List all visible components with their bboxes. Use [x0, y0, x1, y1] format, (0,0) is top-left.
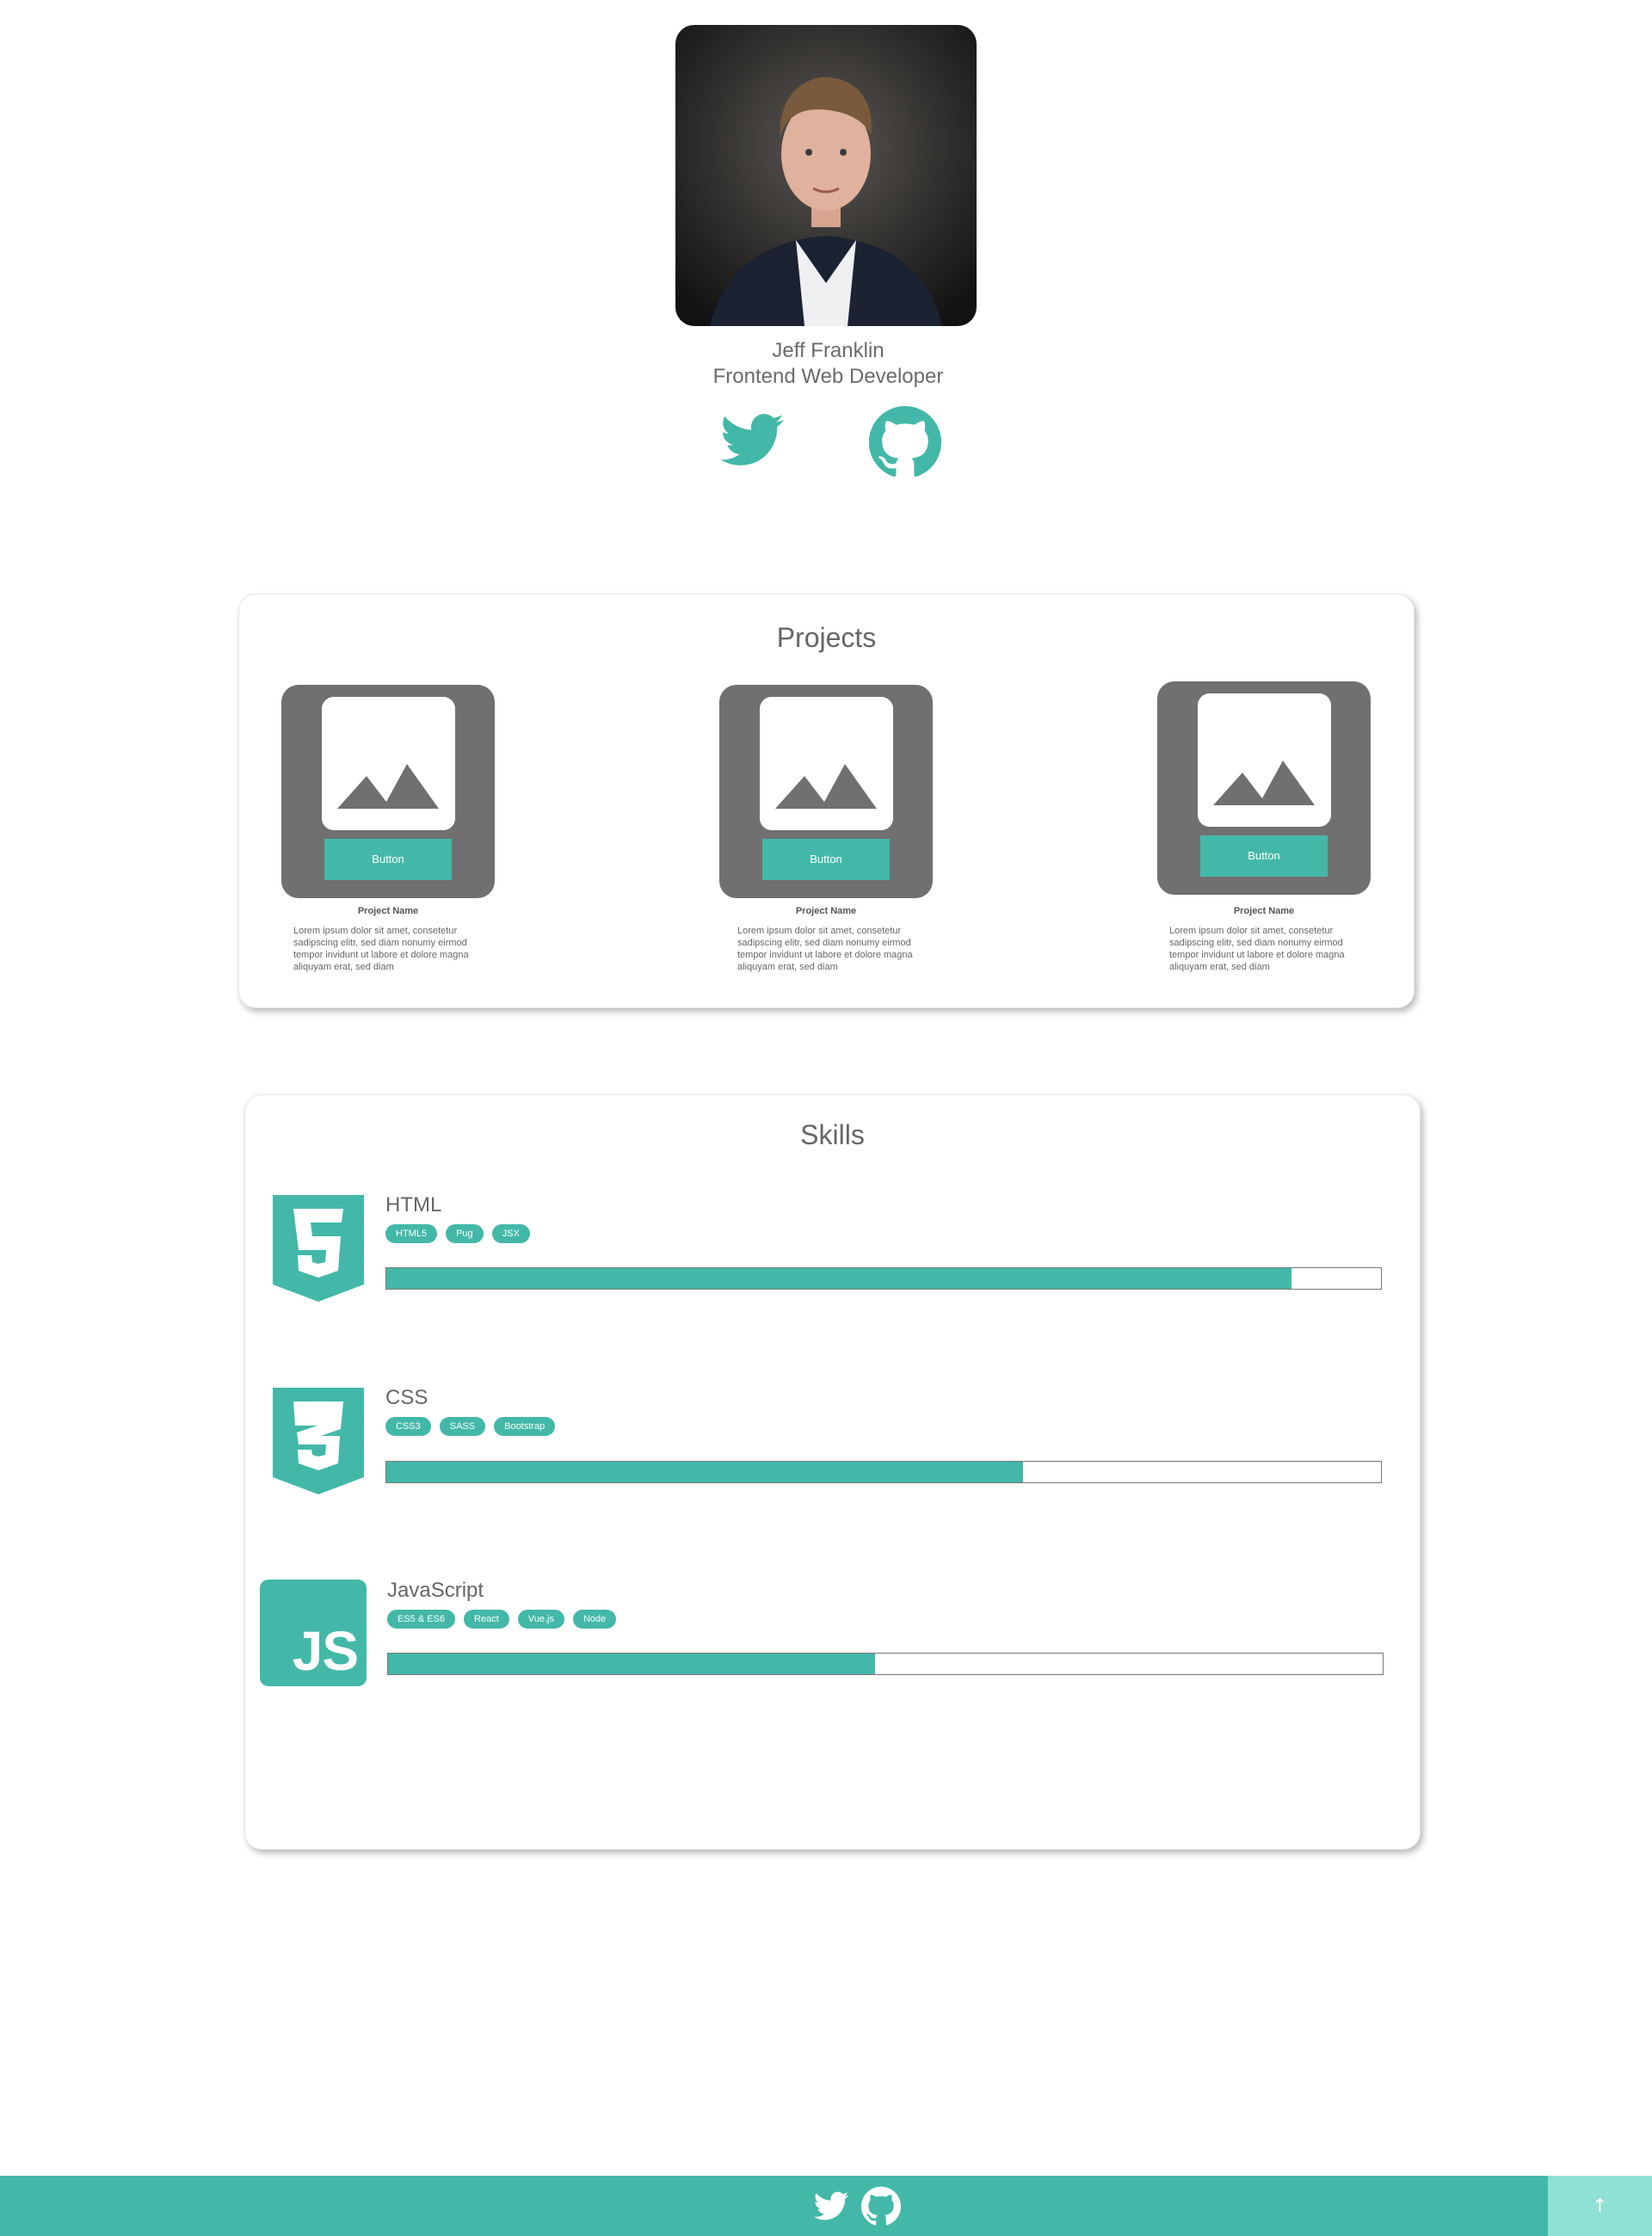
profile-photo-image: [675, 25, 977, 326]
github-icon: [861, 2186, 901, 2226]
image-placeholder-icon: [322, 697, 455, 830]
html5-icon: [273, 1195, 364, 1302]
skill-progress-fill: [386, 1462, 1023, 1482]
skill-tag: Bootstrap: [494, 1417, 556, 1436]
profile-title: Frontend Web Developer: [712, 365, 944, 388]
skills-heading: Skills: [800, 1119, 865, 1150]
js-icon: JS: [260, 1580, 367, 1686]
profile-photo: [675, 25, 977, 326]
skill-tags: CSS3 SASS Bootstrap: [385, 1417, 556, 1436]
skill-tag: CSS3: [385, 1417, 431, 1436]
skill-tag: HTML5: [385, 1224, 438, 1243]
skill-progress-fill: [388, 1654, 876, 1674]
twitter-link[interactable]: [716, 408, 788, 471]
project-description: Lorem ipsum dolor sit amet, consetetur s…: [737, 926, 913, 972]
skill-tag: SASS: [439, 1417, 486, 1436]
project-tile: Button: [1157, 681, 1371, 895]
project-name: Project Name: [1233, 906, 1295, 916]
project-button[interactable]: Button: [324, 839, 452, 880]
skill-name: JavaScript: [387, 1579, 484, 1602]
project-description: Lorem ipsum dolor sit amet, consetetur s…: [293, 926, 469, 972]
github-link[interactable]: [869, 405, 941, 477]
footer-github-link[interactable]: [861, 2186, 901, 2226]
twitter-icon: [811, 2188, 851, 2224]
css3-icon: [273, 1388, 364, 1494]
project-button[interactable]: Button: [1200, 835, 1328, 877]
skill-name: CSS: [385, 1386, 428, 1409]
skill-tag: JSX: [491, 1224, 530, 1243]
skill-tag: ES5 & ES6: [387, 1610, 456, 1629]
skill-tag: Vue.js: [517, 1610, 564, 1629]
skill-tags: ES5 & ES6 React Vue.js Node: [387, 1610, 617, 1629]
skill-progress-bar: [385, 1461, 1382, 1483]
project-name: Project Name: [795, 906, 857, 916]
skill-progress-fill: [386, 1268, 1291, 1289]
project-button[interactable]: Button: [762, 839, 890, 880]
project-description: Lorem ipsum dolor sit amet, consetetur s…: [1169, 926, 1345, 972]
skill-progress-bar: [387, 1653, 1384, 1675]
skill-progress-bar: [385, 1267, 1382, 1290]
project-name: Project Name: [357, 906, 419, 916]
arrow-up-icon: ↑: [1592, 2195, 1608, 2217]
github-icon: [869, 405, 941, 477]
project-tile: Button: [281, 685, 495, 898]
skill-tag: Node: [572, 1610, 617, 1629]
twitter-icon: [716, 408, 788, 471]
image-placeholder-icon: [1198, 693, 1331, 827]
skill-name: HTML: [385, 1193, 442, 1217]
image-placeholder-icon: [760, 697, 893, 830]
skill-tags: HTML5 Pug JSX: [385, 1224, 530, 1243]
footer-twitter-link[interactable]: [811, 2188, 851, 2224]
project-tile: Button: [719, 685, 933, 898]
projects-heading: Projects: [776, 622, 877, 653]
skill-tag: React: [464, 1610, 509, 1629]
js-logo-text: JS: [292, 1620, 359, 1682]
skill-tag: Pug: [446, 1224, 484, 1243]
skills-card: Skills HTML HTML5 Pug JSX CSS CSS3 SASS …: [244, 1094, 1421, 1850]
back-to-top-button[interactable]: ↑: [1548, 2176, 1652, 2236]
projects-card: Projects Button Project Name Lorem ipsum…: [238, 594, 1415, 1008]
profile-name: Jeff Franklin: [772, 339, 885, 362]
